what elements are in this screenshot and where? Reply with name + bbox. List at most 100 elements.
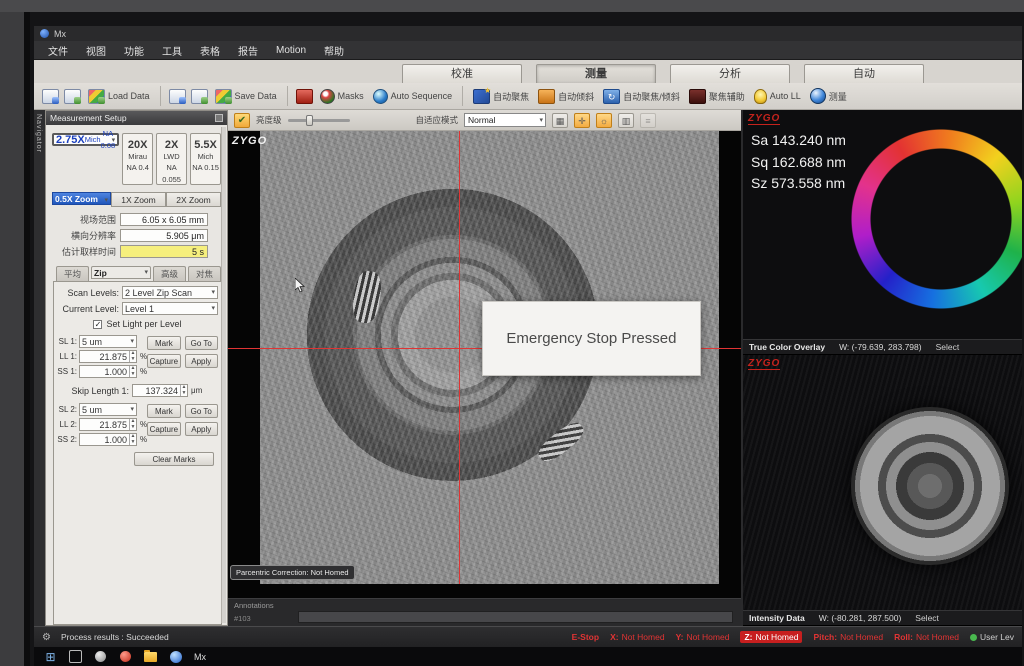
- camera-toolbar: ✔ 亮度级 自适应模式 Normal ▦ ✛ ☼ ▥ ≡: [228, 110, 741, 131]
- adaptive-mode-dropdown[interactable]: Normal: [464, 113, 546, 127]
- objective-na: NA 0.4: [123, 162, 152, 173]
- start-button[interactable]: ⊞: [44, 650, 57, 663]
- goto-1-button[interactable]: Go To: [185, 336, 218, 350]
- measure-button[interactable]: 测量: [808, 87, 849, 105]
- select-button[interactable]: Select: [936, 342, 960, 352]
- menu-file[interactable]: 文件: [48, 43, 68, 58]
- crosshair-vertical-line: [459, 131, 460, 584]
- mark-2-button[interactable]: Mark: [147, 404, 180, 418]
- ll2-stepper[interactable]: 21.875 ▲▼: [79, 418, 137, 431]
- intensity-data-pane[interactable]: ZYGO: [743, 355, 1022, 610]
- pin-icon[interactable]: [215, 114, 223, 122]
- capture-1-button[interactable]: Capture: [147, 354, 180, 368]
- menu-motion[interactable]: Motion: [276, 45, 306, 56]
- live-camera-view[interactable]: ZYGO Emergency Stop Pressed Parcentric C…: [228, 131, 741, 598]
- load-settings-icon[interactable]: [64, 89, 81, 104]
- current-level-dropdown[interactable]: Level 1: [122, 302, 218, 315]
- menu-report[interactable]: 报告: [238, 43, 258, 58]
- sl1-dropdown[interactable]: 5 um: [79, 335, 137, 348]
- z-axis-label: Z:: [744, 632, 752, 642]
- apply-2-button[interactable]: Apply: [185, 422, 218, 436]
- auto-sequence-button[interactable]: Auto Sequence: [371, 88, 455, 105]
- mx-taskbar-icon[interactable]: [170, 651, 182, 663]
- user-level-indicator: User Lev: [970, 632, 1014, 642]
- tab-automation[interactable]: 自动: [804, 64, 924, 83]
- file-explorer-icon[interactable]: [144, 652, 157, 662]
- tab-analyze[interactable]: 分析: [670, 64, 790, 83]
- menu-help[interactable]: 帮助: [324, 43, 344, 58]
- menu-function[interactable]: 功能: [124, 43, 144, 58]
- menu-tools[interactable]: 工具: [162, 43, 182, 58]
- left-panel-scrollbar[interactable]: [221, 127, 226, 623]
- save-settings-icon[interactable]: [191, 89, 208, 104]
- x-axis-label: X:: [610, 632, 619, 642]
- goto-2-button[interactable]: Go To: [185, 404, 218, 418]
- device-icon[interactable]: [69, 650, 82, 663]
- clear-marks-button[interactable]: Clear Marks: [134, 452, 214, 466]
- ll1-stepper[interactable]: 21.875 ▲▼: [79, 350, 137, 363]
- masks-button[interactable]: Masks: [318, 88, 366, 105]
- objective-button-2x[interactable]: 2X LWD NA 0.055: [156, 133, 187, 185]
- tab-zip[interactable]: Zip: [91, 266, 151, 279]
- roll-axis-label: Roll:: [894, 632, 913, 642]
- tab-calibrate[interactable]: 校准: [402, 64, 522, 83]
- tab-focus[interactable]: 对焦: [188, 266, 221, 281]
- objective-mag: 2X: [157, 139, 186, 151]
- focus-aid-label: 聚焦辅助: [709, 90, 745, 103]
- grid-view-button[interactable]: ▦: [552, 113, 568, 128]
- save-data-button[interactable]: Save Data: [213, 88, 279, 105]
- brightness-slider[interactable]: [288, 119, 350, 122]
- objective-button-5.5x[interactable]: 5.5X Mich NA 0.15: [190, 133, 221, 185]
- tab-advanced[interactable]: 高级: [153, 266, 186, 281]
- app-icon-gray[interactable]: [95, 651, 106, 662]
- zoom-0.5x-button[interactable]: 0.5X Zoom: [52, 192, 111, 205]
- skip-length-stepper[interactable]: 137.324 ▲▼: [132, 384, 188, 397]
- tab-average[interactable]: 平均: [56, 266, 89, 281]
- app-icon-red[interactable]: [120, 651, 131, 662]
- pitch-axis-label: Pitch:: [813, 632, 837, 642]
- camera-icon[interactable]: [296, 89, 313, 104]
- load-data-icon[interactable]: [42, 89, 59, 104]
- extra-view-button[interactable]: ≡: [640, 113, 656, 128]
- capture-2-button[interactable]: Capture: [147, 422, 180, 436]
- split-view-button[interactable]: ▥: [618, 113, 634, 128]
- annotations-input[interactable]: [298, 611, 733, 623]
- menu-view[interactable]: 视图: [86, 43, 106, 58]
- tab-measure[interactable]: 测量: [536, 64, 656, 83]
- zoom-1x-button[interactable]: 1X Zoom: [111, 192, 166, 207]
- auto-focus-button[interactable]: 自动聚焦: [471, 88, 531, 105]
- auto-focus-tilt-button[interactable]: ↻ 自动聚焦/倾斜: [601, 88, 682, 105]
- set-light-checkbox[interactable]: ✓: [93, 320, 102, 329]
- menu-tables[interactable]: 表格: [200, 43, 220, 58]
- objective-type: Mich: [191, 151, 220, 162]
- scan-levels-dropdown[interactable]: 2 Level Zip Scan: [122, 286, 218, 299]
- pitch-axis-value: Not Homed: [840, 632, 883, 642]
- apply-1-button[interactable]: Apply: [185, 354, 218, 368]
- light-toggle-button[interactable]: ☼: [596, 113, 612, 128]
- mark-1-button[interactable]: Mark: [147, 336, 180, 350]
- slider-thumb[interactable]: [306, 115, 313, 126]
- confirm-check-button[interactable]: ✔: [234, 113, 250, 128]
- objective-button-20x[interactable]: 20X Mirau NA 0.4: [122, 133, 153, 185]
- save-data-icon[interactable]: [169, 89, 186, 104]
- sl2-dropdown[interactable]: 5 um: [79, 403, 137, 416]
- auto-tilt-button[interactable]: 自动倾斜: [536, 88, 596, 105]
- x-axis-value: Not Homed: [622, 632, 665, 642]
- auto-ll-button[interactable]: Auto LL: [752, 88, 803, 105]
- objective-na: NA 0.055: [157, 162, 186, 185]
- navigator-side-tab[interactable]: Navigator: [34, 110, 45, 626]
- app-icon: [40, 29, 49, 38]
- zoom-2x-button[interactable]: 2X Zoom: [166, 192, 221, 207]
- roll-axis-status: Roll: Not Homed: [894, 632, 959, 642]
- true-color-overlay-pane[interactable]: ZYGO Sa 143.240 nm Sq 162.688 nm Sz 573.…: [743, 110, 1022, 339]
- height-map-ring: [848, 126, 1022, 312]
- ss2-stepper[interactable]: 1.000 ▲▼: [79, 433, 137, 446]
- objective-button-2.75x[interactable]: 2.75X Mich NA 0.08: [52, 133, 119, 146]
- crosshair-toggle-button[interactable]: ✛: [574, 113, 590, 128]
- objective-type: Mirau: [123, 151, 152, 162]
- load-data-button[interactable]: Load Data: [86, 88, 152, 105]
- focus-aid-button[interactable]: 聚焦辅助: [687, 88, 747, 105]
- ss1-stepper[interactable]: 1.000 ▲▼: [79, 365, 137, 378]
- select-button[interactable]: Select: [915, 613, 939, 623]
- objective-mag: 20X: [123, 139, 152, 151]
